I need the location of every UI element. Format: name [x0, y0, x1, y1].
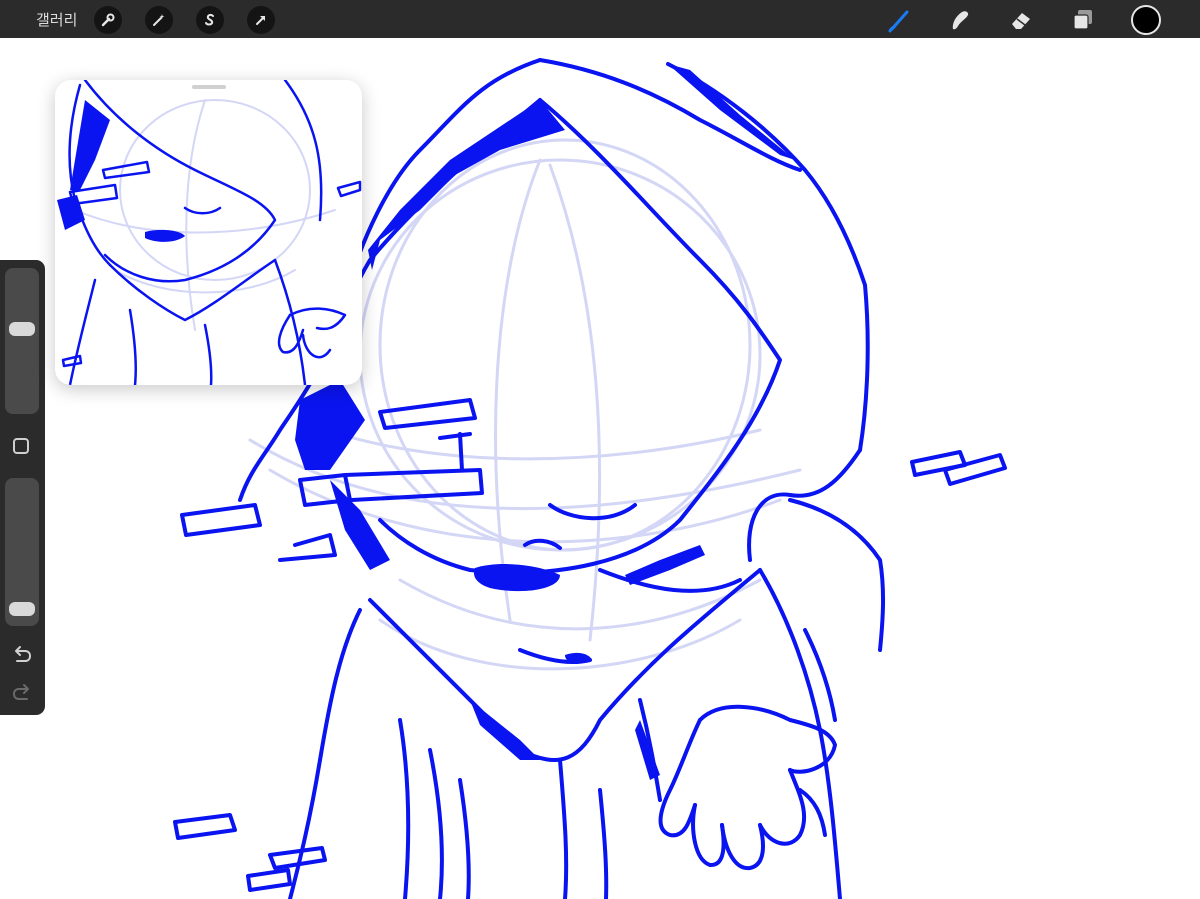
eraser-tool-button[interactable]	[1006, 5, 1036, 35]
left-sidebar	[0, 260, 45, 715]
reference-window[interactable]	[55, 80, 362, 385]
smudge-tool-button[interactable]	[945, 5, 975, 35]
smudge-icon	[952, 11, 969, 30]
adjustments-button[interactable]	[145, 6, 173, 34]
color-picker-button[interactable]	[1131, 5, 1161, 35]
modify-square-icon[interactable]	[13, 438, 29, 454]
magic-wand-icon	[153, 14, 165, 26]
top-toolbar: 갤러리	[0, 0, 1200, 38]
layers-button[interactable]	[1068, 5, 1098, 35]
reference-window-grabber[interactable]	[192, 85, 226, 89]
actions-button[interactable]	[94, 6, 122, 34]
layers-icon	[1073, 10, 1092, 30]
redo-icon[interactable]	[11, 682, 33, 704]
selection-button[interactable]	[196, 6, 224, 34]
brush-size-thumb[interactable]	[9, 321, 35, 336]
brush-icon	[888, 10, 909, 33]
eraser-icon	[1012, 13, 1030, 29]
undo-icon[interactable]	[11, 644, 33, 666]
brush-tool-button[interactable]	[885, 5, 915, 35]
brush-size-slider[interactable]	[5, 268, 39, 414]
reference-thumbnail	[57, 80, 362, 385]
transform-button[interactable]	[247, 6, 275, 34]
transform-arrow-icon	[256, 16, 265, 25]
brush-opacity-slider[interactable]	[5, 478, 39, 626]
selection-s-icon	[205, 13, 214, 26]
wrench-icon	[101, 13, 115, 27]
brush-opacity-thumb[interactable]	[9, 601, 35, 616]
gallery-button[interactable]: 갤러리	[36, 9, 77, 30]
